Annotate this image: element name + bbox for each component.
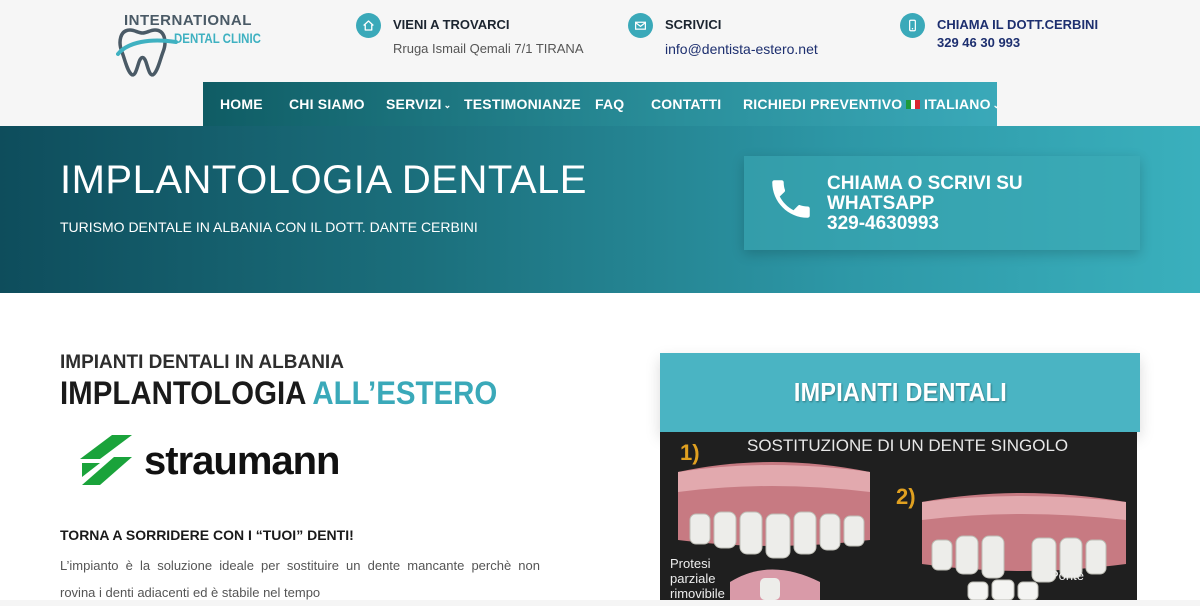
logo-title: INTERNATIONAL [124,12,252,29]
implants-card-header: IMPIANTI DENTALI [660,353,1140,432]
clinic-logo[interactable]: INTERNATIONAL DENTAL CLINIC [116,12,261,78]
visit-label: VIENI A TROVARCI [393,17,510,32]
page-title: IMPLANTOLOGIA DENTALE [60,158,587,202]
site-header: INTERNATIONAL DENTAL CLINIC VIENI A TROV… [0,0,1200,126]
chevron-down-icon: ⌄ [443,100,452,110]
nav-home[interactable]: HOME [220,82,263,126]
logo-subtitle: DENTAL CLINIC [174,30,261,46]
straumann-mark-icon [80,435,132,485]
call-label: CHIAMA IL DOTT.CERBINI [937,17,1099,32]
implants-card-title: IMPIANTI DENTALI [793,377,1007,407]
cta-line-2: WHATSAPP [827,193,935,214]
nav-servizi[interactable]: SERVIZI ⌄ [386,82,451,126]
dental-illustration: SOSTITUZIONE DI UN DENTE SINGOLO 1) 2) P… [660,432,1137,600]
nav-faq[interactable]: FAQ [595,82,624,126]
label-ponte: Ponte [1050,568,1084,583]
home-icon [356,13,381,38]
mobile-phone-icon [900,13,925,38]
straumann-logo: straumann [78,433,340,489]
tagline: TORNA A SORRIDERE CON I “TUOI” DENTI! [60,527,354,543]
call-info: CHIAMA IL DOTT.CERBINI 329 46 30 993 [900,13,1098,63]
page-subtitle: TURISMO DENTALE IN ALBANIA CON IL DOTT. … [60,219,478,235]
whatsapp-cta[interactable]: CHIAMA O SCRIVI SU WHATSAPP 329-4630993 [744,156,1140,250]
email-link[interactable]: info@dentista-estero.net [665,41,818,57]
step-number-1: 1) [680,440,700,465]
step-number-2: 2) [896,484,916,509]
body-paragraph: L’impianto è la soluzione ideale per sos… [60,558,540,600]
label-protesi: Protesi parziale rimovibile [670,556,725,600]
write-info: SCRIVICI info@dentista-estero.net [628,13,828,63]
hero-banner: IMPLANTOLOGIA DENTALE TURISMO DENTALE IN… [0,126,1200,293]
phone-link[interactable]: 329 46 30 993 [937,35,1020,50]
cta-line-1: CHIAMA O SCRIVI SU [827,173,1023,194]
nav-contatti[interactable]: CONTATTI [651,82,721,126]
nav-testimonianze[interactable]: TESTIMONIANZE [464,82,581,126]
section-kicker: IMPIANTI DENTALI IN ALBANIA [60,352,344,373]
tooth-logo-icon [116,28,178,77]
section-headline: IMPLANTOLOGIA ALL’ESTERO [60,375,498,411]
nav-chi-siamo[interactable]: CHI SIAMO [289,82,365,126]
illustration-title: SOSTITUZIONE DI UN DENTE SINGOLO [747,436,1069,455]
visit-address: Rruga Ismail Qemali 7/1 TIRANA [393,41,584,56]
write-label: SCRIVICI [665,17,722,32]
nav-language[interactable]: ITALIANO ⌄ [906,82,1000,126]
brand-name: straumann [144,439,340,483]
main-content: IMPIANTI DENTALI IN ALBANIA IMPLANTOLOGI… [0,293,1200,600]
cta-phone-number: 329-4630993 [827,213,939,234]
italy-flag-icon [906,99,920,109]
phone-icon [772,180,810,218]
visit-info: VIENI A TROVARCI Rruga Ismail Qemali 7/1… [356,13,586,63]
nav-richiedi-preventivo[interactable]: RICHIEDI PREVENTIVO [743,82,902,126]
mail-icon [628,13,653,38]
chevron-down-icon: ⌄ [992,100,1001,110]
main-nav: HOME CHI SIAMO SERVIZI ⌄ TESTIMONIANZE FA… [203,82,1000,126]
